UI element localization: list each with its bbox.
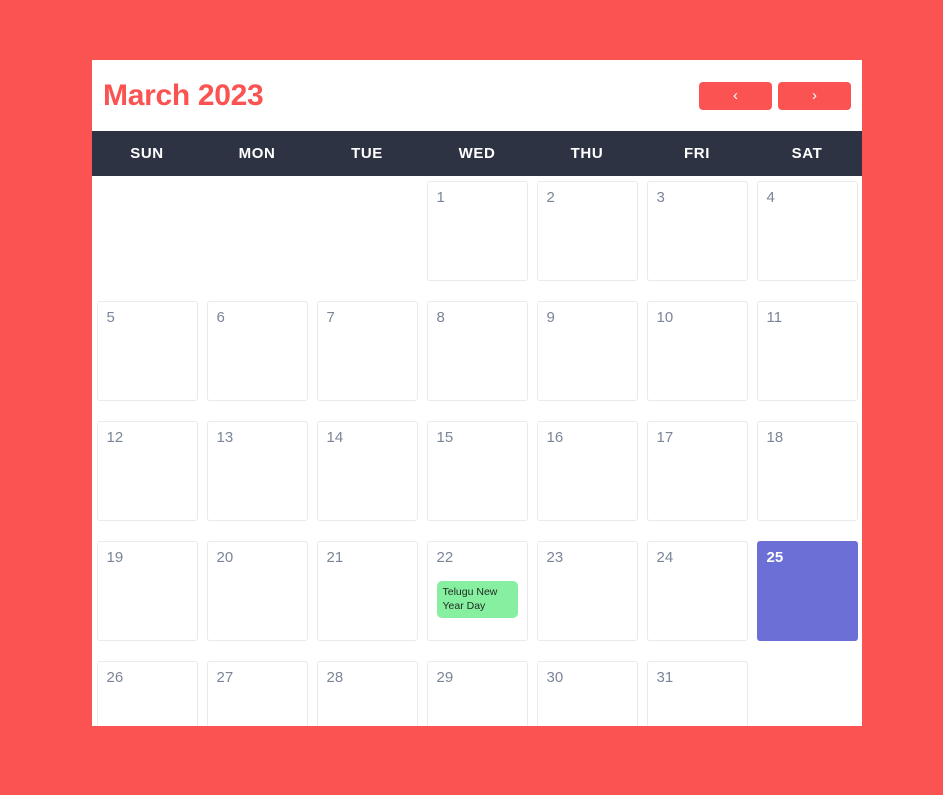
day-number: 8	[436, 309, 445, 326]
day-number: 19	[106, 549, 124, 566]
day-number: 29	[436, 669, 454, 686]
page-title: March 2023	[103, 78, 264, 112]
day-cell[interactable]: 25	[756, 541, 858, 641]
day-cell[interactable]: 26	[96, 661, 198, 726]
weekday-label-mon: MON	[238, 145, 276, 162]
day-number: 4	[766, 189, 775, 206]
next-month-button[interactable]: ›	[778, 81, 851, 110]
day-number: 14	[326, 429, 344, 446]
day-number: 3	[656, 189, 665, 206]
day-number: 5	[106, 309, 115, 326]
day-cell[interactable]: 4	[756, 181, 858, 281]
day-number: 31	[656, 669, 674, 686]
day-cell[interactable]: 16	[536, 421, 638, 521]
day-number: 25	[766, 549, 784, 566]
calendar-header: March 2023 ‹ ›	[92, 60, 862, 131]
day-number: 26	[106, 669, 124, 686]
day-cell[interactable]: 13	[206, 421, 308, 521]
day-cell[interactable]: 31	[646, 661, 748, 726]
day-cell[interactable]: 9	[536, 301, 638, 401]
day-cell[interactable]: 1	[426, 181, 528, 281]
day-cell-empty	[757, 661, 858, 726]
day-cell[interactable]: 24	[646, 541, 748, 641]
day-number: 11	[766, 309, 783, 326]
day-number: 28	[326, 669, 344, 686]
day-number: 22	[436, 549, 454, 566]
day-cell-empty	[317, 181, 418, 281]
day-cell[interactable]: 3	[646, 181, 748, 281]
chevron-left-icon: ‹	[733, 87, 738, 104]
day-cell[interactable]: 15	[426, 421, 528, 521]
chevron-right-icon: ›	[812, 87, 817, 104]
day-cell[interactable]: 27	[206, 661, 308, 726]
weekday-label-sun: SUN	[130, 145, 164, 162]
day-number: 15	[436, 429, 454, 446]
day-number: 16	[546, 429, 564, 446]
day-number: 23	[546, 549, 564, 566]
day-cell[interactable]: 6	[206, 301, 308, 401]
day-number: 27	[216, 669, 234, 686]
day-number: 6	[216, 309, 225, 326]
calendar-widget: March 2023 ‹ › SUN MON TUE WED THU FRI SAT 123…	[92, 60, 862, 726]
day-cell[interactable]: 29	[426, 661, 528, 726]
weekday-label-tue: TUE	[351, 145, 383, 162]
day-cell[interactable]: 2	[536, 181, 638, 281]
day-cell[interactable]: 21	[316, 541, 418, 641]
day-cell[interactable]: 18	[756, 421, 858, 521]
day-cell[interactable]: 14	[316, 421, 418, 521]
day-cell[interactable]: 30	[536, 661, 638, 726]
calendar-event-chip[interactable]: Telugu New Year Day	[436, 581, 518, 619]
day-cell[interactable]: 20	[206, 541, 308, 641]
day-cell[interactable]: 10	[646, 301, 748, 401]
day-number: 21	[326, 549, 344, 566]
day-cell-empty	[97, 181, 198, 281]
day-cell-empty	[207, 181, 308, 281]
day-cell[interactable]: 22 Telugu New Year Day	[426, 541, 528, 641]
weekday-label-fri: FRI	[684, 145, 710, 162]
day-number: 13	[216, 429, 234, 446]
day-number: 1	[436, 189, 445, 206]
day-number: 9	[546, 309, 555, 326]
day-number: 20	[216, 549, 234, 566]
day-number: 2	[546, 189, 555, 206]
day-number: 24	[656, 549, 674, 566]
day-number: 12	[106, 429, 124, 446]
day-cell[interactable]: 8	[426, 301, 528, 401]
calendar-day-grid: 1 2 3 4 5 6 7 8 9 10 11 12 13 14 15 16 17 18 19 20 21 22 Telug…	[92, 176, 862, 726]
day-cell[interactable]: 28	[316, 661, 418, 726]
weekday-label-thu: THU	[570, 145, 604, 162]
day-number: 17	[656, 429, 674, 446]
day-number: 18	[766, 429, 784, 446]
day-cell[interactable]: 7	[316, 301, 418, 401]
weekday-header-row: SUN MON TUE WED THU FRI SAT	[92, 131, 862, 176]
day-cell[interactable]: 11	[756, 301, 858, 401]
day-number: 7	[326, 309, 335, 326]
day-cell[interactable]: 12	[96, 421, 198, 521]
day-number: 30	[546, 669, 564, 686]
calendar-nav-controls: ‹ ›	[699, 81, 851, 110]
day-cell[interactable]: 5	[96, 301, 198, 401]
weekday-label-wed: WED	[458, 145, 496, 162]
day-number: 10	[656, 309, 674, 326]
weekday-label-sat: SAT	[791, 145, 823, 162]
previous-month-button[interactable]: ‹	[699, 81, 772, 110]
day-cell[interactable]: 19	[96, 541, 198, 641]
day-cell[interactable]: 23	[536, 541, 638, 641]
day-cell[interactable]: 17	[646, 421, 748, 521]
